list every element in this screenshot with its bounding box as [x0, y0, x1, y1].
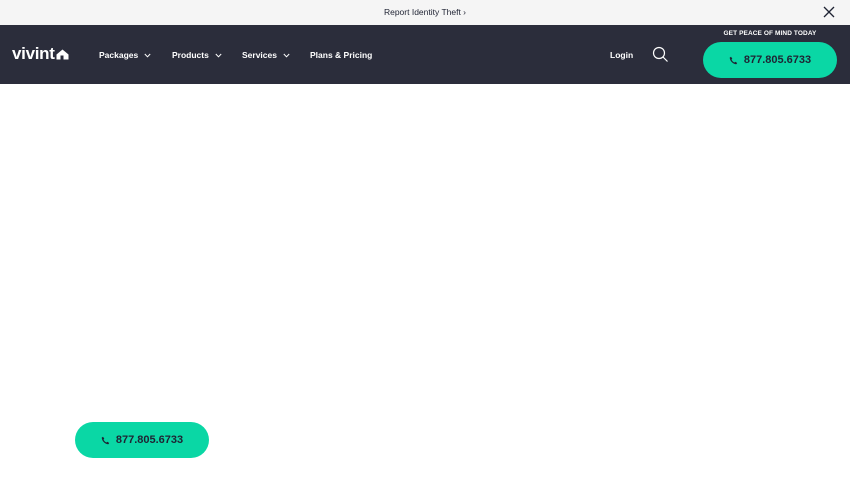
phone-icon: [729, 56, 738, 64]
chevron-down-icon: [215, 48, 222, 62]
search-icon[interactable]: [652, 46, 669, 63]
nav-item-services[interactable]: Services: [242, 48, 290, 62]
call-cta-button[interactable]: 877.805.6733: [703, 42, 837, 78]
nav-item-products[interactable]: Products: [172, 48, 222, 62]
chevron-down-icon: [283, 48, 290, 62]
nav-item-packages[interactable]: Packages: [99, 48, 151, 62]
phone-icon: [101, 436, 110, 444]
main-navbar: vivint Packages Products Services Plans …: [0, 25, 850, 84]
vivint-logo[interactable]: vivint: [12, 44, 69, 63]
cta-caption: GET PEACE OF MIND TODAY: [723, 30, 817, 37]
nav-item-label: Packages: [99, 50, 139, 60]
announcement-bar: Report Identity Theft ›: [0, 0, 850, 25]
floating-call-button[interactable]: 877.805.6733: [75, 422, 209, 458]
report-identity-theft-link[interactable]: Report Identity Theft ›: [365, 0, 485, 25]
nav-item-label: Plans & Pricing: [310, 50, 373, 60]
close-icon[interactable]: [822, 5, 836, 19]
house-icon: [56, 49, 69, 59]
nav-item-label: Products: [172, 50, 209, 60]
logo-text: vivint: [12, 44, 55, 63]
chevron-down-icon: [144, 48, 151, 62]
cta-phone-number: 877.805.6733: [743, 54, 812, 66]
floating-phone-number: 877.805.6733: [115, 434, 184, 446]
login-link[interactable]: Login: [610, 48, 633, 62]
nav-item-plans-pricing[interactable]: Plans & Pricing: [310, 48, 372, 62]
nav-item-label: Services: [242, 50, 277, 60]
